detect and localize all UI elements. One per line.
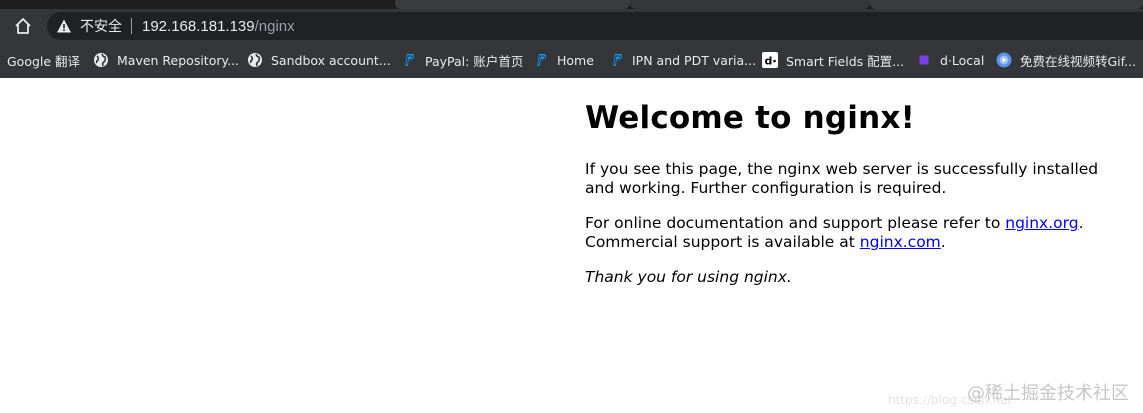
tab-inactive[interactable] bbox=[395, 0, 630, 9]
bookmarks-bar: Google 翻译 Maven Repository... Sandbox ac… bbox=[0, 42, 1143, 78]
thanks-paragraph: Thank you for using nginx. bbox=[585, 268, 1105, 287]
warning-icon[interactable] bbox=[56, 18, 72, 34]
support-paragraph: For online documentation and support ple… bbox=[585, 214, 1105, 252]
dlocal-icon: d bbox=[762, 52, 778, 68]
nginx-com-link[interactable]: nginx.com bbox=[860, 233, 941, 251]
nginx-welcome: Welcome to nginx! If you see this page, … bbox=[585, 100, 1105, 303]
paypal-icon bbox=[401, 52, 417, 68]
bookmark-dlocal[interactable]: d·Local bbox=[916, 42, 984, 78]
bookmark-google-translate[interactable]: Google 翻译 bbox=[7, 42, 80, 78]
bookmark-label: Maven Repository... bbox=[117, 52, 240, 68]
thanks-text: Thank you for using nginx. bbox=[585, 268, 792, 286]
tab-inactive[interactable] bbox=[870, 0, 1143, 9]
page-content: Welcome to nginx! If you see this page, … bbox=[0, 78, 1143, 413]
support-text: For online documentation and support ple… bbox=[585, 214, 1006, 232]
bookmark-label: Home bbox=[557, 52, 594, 68]
home-icon bbox=[15, 18, 31, 34]
bookmark-gif-converter[interactable]: 免费在线视频转Gif... bbox=[996, 42, 1136, 78]
toolbar: 不安全 192.168.181.139/nginx bbox=[0, 9, 1143, 42]
bookmark-paypal-account-home[interactable]: PayPal: 账户首页 bbox=[401, 42, 523, 78]
bookmark-label: Google 翻译 bbox=[7, 53, 81, 69]
bookmark-home[interactable]: Home bbox=[533, 42, 594, 78]
bookmark-label: Sandbox account... bbox=[271, 52, 391, 68]
gif-converter-icon bbox=[996, 52, 1012, 68]
bookmark-sandbox-account[interactable]: Sandbox account... bbox=[247, 42, 391, 78]
home-button[interactable] bbox=[11, 15, 35, 37]
svg-text:d: d bbox=[765, 55, 773, 68]
tab-strip bbox=[0, 0, 1143, 9]
page-title: Welcome to nginx! bbox=[585, 100, 915, 136]
bookmark-label: 免费在线视频转Gif... bbox=[1020, 53, 1137, 69]
url-path[interactable]: /nginx bbox=[255, 18, 295, 35]
omnibox-divider bbox=[131, 18, 132, 34]
tab-active[interactable] bbox=[630, 0, 870, 9]
support-text: . bbox=[1078, 214, 1084, 232]
paypal-icon bbox=[609, 52, 625, 68]
intro-paragraph: If you see this page, the nginx web serv… bbox=[585, 160, 1099, 197]
paypal-icon bbox=[533, 52, 549, 68]
nginx-org-link[interactable]: nginx.org bbox=[1005, 214, 1078, 232]
bookmark-label: PayPal: 账户首页 bbox=[425, 53, 524, 69]
omnibox[interactable]: 不安全 192.168.181.139/nginx bbox=[47, 12, 1143, 40]
bookmark-label: d·Local bbox=[940, 52, 985, 68]
support-text: . bbox=[940, 233, 946, 251]
globe-icon bbox=[247, 52, 263, 68]
bookmark-label: Smart Fields 配置... bbox=[786, 53, 905, 69]
bookmark-ipn-pdt[interactable]: IPN and PDT varia... bbox=[609, 42, 756, 78]
support-text: Commercial support is available at bbox=[585, 233, 860, 251]
globe-icon bbox=[93, 52, 109, 68]
bookmark-smart-fields[interactable]: d Smart Fields 配置... bbox=[762, 42, 904, 78]
security-label[interactable]: 不安全 bbox=[80, 16, 122, 36]
bookmark-label: IPN and PDT varia... bbox=[632, 52, 757, 68]
watermark-brand: @稀土掘金技术社区 bbox=[967, 383, 1129, 404]
bookmark-maven-repository[interactable]: Maven Repository... bbox=[93, 42, 239, 78]
url-host[interactable]: 192.168.181.139 bbox=[142, 18, 255, 35]
purple-square-icon bbox=[916, 52, 932, 68]
